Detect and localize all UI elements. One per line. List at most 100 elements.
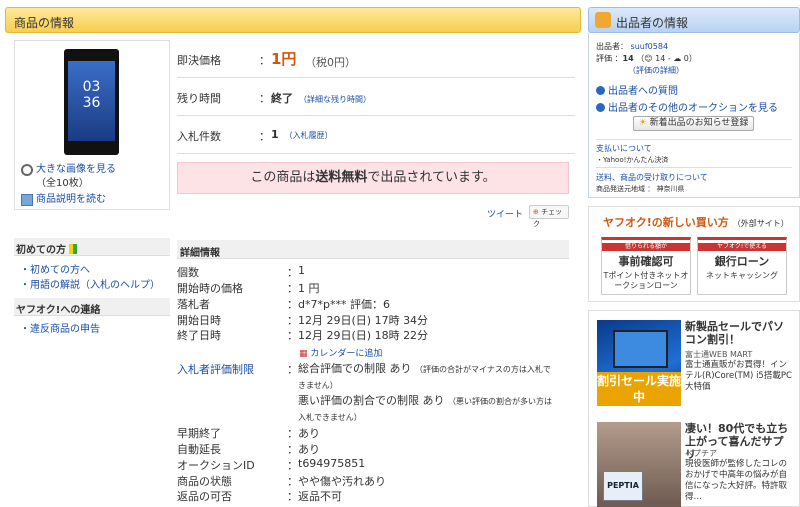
supplement-box: PEPTIA — [603, 471, 643, 501]
divider — [596, 167, 792, 168]
seller-id-link[interactable]: suuf0584 — [631, 42, 668, 51]
tweet-button[interactable]: ツイート — [487, 207, 523, 220]
seller-rating-value: 14 — [622, 54, 634, 63]
phone-clock-minute: 36 — [82, 95, 101, 111]
arrow-circle-icon — [596, 86, 605, 95]
shipping-info-link[interactable]: 送料、商品の受け取りについて — [596, 172, 708, 183]
free-ship-text-pre: この商品は — [250, 170, 316, 185]
detail-value: 1 円 — [298, 282, 320, 295]
ad-source: 富士通WEB MART — [685, 350, 753, 359]
detail-label: 早期終了 — [177, 427, 221, 440]
seller-info-title: 出品者の情報 — [616, 16, 689, 30]
image-links: 大きな画像を見る （全10枚） 商品説明を読む — [21, 163, 167, 209]
item-info-header: 商品の情報 — [5, 7, 581, 33]
seller-icon — [595, 12, 611, 28]
detail-label: 自動延長 — [177, 443, 221, 456]
detail-value: あり — [298, 443, 320, 456]
windows-screen-graphic — [613, 330, 668, 368]
item-info-title: 商品の情報 — [14, 16, 75, 30]
auction-id-value: t694975851 — [298, 457, 366, 470]
bid-count-label: 入札件数 — [177, 130, 221, 143]
detail-label: オークションID — [177, 459, 255, 472]
card1-big: 事前確認可 — [618, 255, 674, 268]
ad-source: ペプチア — [685, 449, 717, 458]
card1-top: 借りられる額が — [602, 243, 690, 251]
seller-id-row: 出品者： suuf0584 — [596, 42, 669, 51]
card2-top: ヤフオク!で使える — [698, 243, 786, 251]
magnifier-icon — [21, 164, 33, 176]
detailed-time-link[interactable]: （詳細な残り時間） — [299, 95, 371, 104]
sale-badge: 割引セール実施中 — [597, 372, 682, 406]
view-large-image-link[interactable]: 大きな画像を見る — [36, 164, 116, 175]
beginner-mark-icon — [69, 244, 77, 254]
detail-label: 商品の状態 — [177, 475, 232, 488]
ad-description: 現役医師が監修したコレのおかげで中高年の悩みが自信になった大好評。特許取得… — [685, 459, 788, 502]
bidder-limit-link[interactable]: 入札者評価制限 — [177, 361, 254, 377]
add-to-calendar-link[interactable]: ▦ カレンダーに追加 — [299, 346, 382, 359]
contact-section-header: ヤフオク!への連絡 — [14, 298, 170, 316]
remaining-time-label: 残り時間 — [177, 92, 221, 105]
detail-value: 1 — [298, 264, 305, 277]
payment-method: ・Yahoo!かんたん決済 — [596, 156, 669, 164]
phone-clock-hour: 03 — [82, 79, 101, 95]
beginner-guide-link[interactable]: ・初めての方へ — [20, 261, 90, 276]
bid-history-link[interactable]: （入札履歴） — [285, 131, 333, 140]
bell-icon: ☀ — [638, 118, 647, 128]
bid-count-value: 1 — [271, 128, 279, 141]
seller-info-header: 出品者の情報 — [588, 7, 800, 33]
item-thumbnail[interactable]: 03 36 — [64, 49, 119, 155]
auction-loan-card[interactable]: 借りられる額が 事前確認可 Tポイント付きネットオークションローン — [601, 237, 691, 295]
bank-loan-card[interactable]: ヤフオク!で使える 銀行ローン ネットキャッシング — [697, 237, 787, 295]
report-violation-link[interactable]: ・違反商品の申告 — [20, 320, 100, 335]
rating-detail-link[interactable]: （評価の詳細） — [628, 65, 684, 76]
detail-value: 返品不可 — [298, 490, 342, 503]
remaining-time-row: 残り時間 ： 終了 （詳細な残り時間） — [177, 78, 575, 116]
new-buying-methods-title: ヤフオク!の新しい買い方 （外部サイト） — [603, 216, 789, 229]
image-count: （全10枚） — [36, 178, 89, 189]
card2-big: 銀行ローン — [714, 255, 770, 268]
calendar-link-label: カレンダーに追加 — [310, 349, 383, 359]
book-icon — [21, 194, 33, 206]
detail-label: 開始時の価格 — [177, 282, 243, 295]
buyout-price-value: 1円 — [271, 50, 297, 68]
ad-image-supplement[interactable]: PEPTIA — [597, 422, 681, 507]
seller-rating-row: 評価 ：14 （😊 14 - ☁ 0） — [596, 54, 697, 63]
divider — [596, 139, 792, 140]
seller-rating-detail: （😊 14 - ☁ 0） — [636, 54, 697, 63]
buyout-price-label: 即決価格 — [177, 54, 221, 67]
read-description-link[interactable]: 商品説明を読む — [36, 193, 106, 207]
card1-desc: Tポイント付きネットオークションローン — [603, 271, 689, 290]
beginner-section-header: 初めての方 — [14, 238, 170, 256]
free-ship-text-bold: 送料無料 — [315, 170, 368, 185]
detail-value: 12月 29日(日) 17時 34分 — [298, 314, 429, 327]
check-icon: ⊕ — [533, 208, 539, 216]
ad-title[interactable]: 新製品セールでパソコン割引！ — [685, 320, 793, 346]
bidder-limit-2: 悪い評価の割合での制限 あり （悪い評価の割合が多い方は 入札できません） — [298, 394, 552, 422]
detail-label: 返品の可否 — [177, 490, 232, 503]
arrow-circle-icon — [596, 103, 605, 112]
question-to-seller-link[interactable]: 出品者への質問 — [596, 82, 678, 97]
new-listing-notify-button[interactable]: ☀ 新着出品のお知らせ登録 — [633, 116, 754, 131]
buyout-price-row: 即決価格 ： 1円 （税0円） — [177, 40, 575, 78]
ad-image-pc-sale[interactable]: 割引セール実施中 — [597, 320, 681, 406]
beginner-title: 初めての方 — [16, 245, 66, 256]
free-ship-text-post: で出品されています。 — [367, 170, 496, 185]
glossary-link[interactable]: ・用語の解説（入札のヘルプ） — [20, 276, 160, 291]
shipping-origin: 商品発送元地域 ： 神奈川県 — [596, 185, 685, 193]
seller-other-auctions-link[interactable]: 出品者のその他のオークションを見る — [596, 99, 778, 114]
check-button[interactable]: ⊕ チェック — [529, 205, 569, 228]
bidder-limit-1: 総合評価での制限 あり （評価の合計がマイナスの方は入札で きません） — [298, 362, 551, 390]
detail-value: あり — [298, 427, 320, 440]
item-image-box: 03 36 大きな画像を見る （全10枚） 商品説明を読む — [14, 40, 170, 210]
free-shipping-banner: この商品は送料無料で出品されています。 — [177, 162, 569, 194]
payment-info-link[interactable]: 支払いについて — [596, 143, 652, 154]
winner-value: d*7*p*** 評価：6 — [298, 298, 390, 311]
detail-label: 個数 — [177, 266, 199, 279]
calendar-icon: ▦ — [299, 349, 308, 359]
card2-desc: ネットキャッシング — [706, 271, 778, 280]
detail-label: 開始日時 — [177, 314, 221, 327]
ad-description: 富士通直販がお買得！インテル(R)Core(TM) i5搭載PC大特価 — [685, 360, 792, 392]
detail-value: やや傷や汚れあり — [298, 475, 386, 488]
detail-label: 落札者 — [177, 298, 210, 311]
detail-label: 終了日時 — [177, 329, 221, 342]
